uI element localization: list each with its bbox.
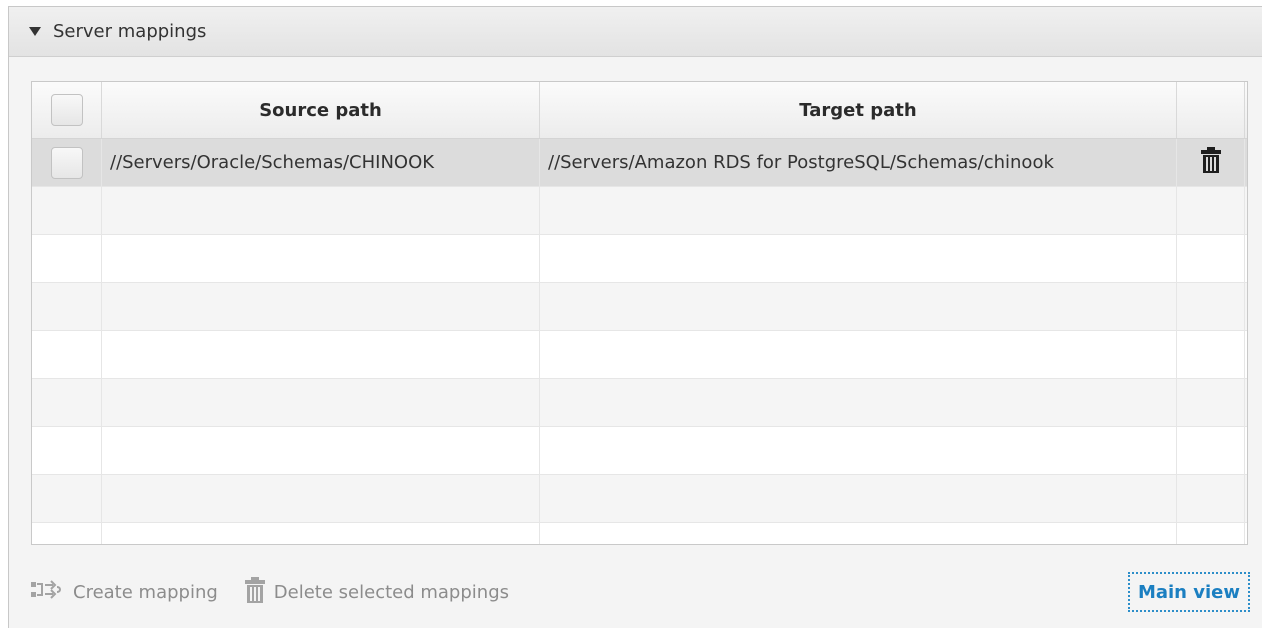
table-row [32,427,1247,475]
row-target-path [540,283,1177,330]
row-action-cell [1177,475,1245,522]
select-all-checkbox[interactable] [50,94,83,126]
panel-header[interactable]: Server mappings [9,7,1262,57]
row-select-cell [32,187,102,234]
row-target-path [540,379,1177,426]
row-checkbox[interactable] [50,146,83,179]
row-action-cell [1177,427,1245,474]
header-select-cell [32,82,102,138]
column-header-actions [1177,82,1245,138]
row-select-cell [32,235,102,282]
row-source-path: //Servers/Oracle/Schemas/CHINOOK [102,139,540,186]
row-action-cell [1177,187,1245,234]
row-action-cell [1177,139,1245,186]
trash-icon[interactable] [1200,147,1222,178]
main-view-link[interactable]: Main view [1127,572,1250,612]
row-target-path [540,523,1177,544]
trash-icon [244,576,274,608]
table-header: Source path Target path [32,82,1247,139]
row-action-cell [1177,235,1245,282]
row-source-path [102,235,540,282]
row-action-cell [1177,379,1245,426]
panel-footer: Create mapping Delete selected mappings … [31,569,1250,615]
row-action-cell [1177,331,1245,378]
panel-title: Server mappings [53,21,207,42]
table-row [32,475,1247,523]
table-row [32,379,1247,427]
row-source-path [102,379,540,426]
row-select-cell [32,283,102,330]
row-select-cell [32,379,102,426]
table-row [32,523,1247,544]
row-source-path [102,283,540,330]
table-row [32,283,1247,331]
row-source-path [102,331,540,378]
delete-selected-mappings-label: Delete selected mappings [273,581,509,603]
row-target-path [540,187,1177,234]
row-action-cell [1177,283,1245,330]
row-source-path [102,523,540,544]
row-target-path: //Servers/Amazon RDS for PostgreSQL/Sche… [540,139,1177,186]
column-header-source[interactable]: Source path [102,82,540,138]
row-source-path [102,475,540,522]
server-mappings-panel: Server mappings Source path Target path … [8,6,1262,628]
delete-selected-mappings-button[interactable]: Delete selected mappings [244,576,509,608]
mappings-table: Source path Target path //Servers/Oracle… [31,81,1248,545]
row-select-cell [32,523,102,544]
table-row[interactable]: //Servers/Oracle/Schemas/CHINOOK //Serve… [32,139,1247,187]
row-select-cell [32,139,102,186]
table-row [32,235,1247,283]
row-select-cell [32,331,102,378]
row-select-cell [32,427,102,474]
create-mapping-label: Create mapping [73,581,218,603]
table-row [32,331,1247,379]
column-header-target[interactable]: Target path [540,82,1177,138]
create-mapping-icon [31,579,73,606]
row-source-path [102,187,540,234]
triangle-down-icon[interactable] [29,27,41,36]
row-source-path [102,427,540,474]
row-target-path [540,427,1177,474]
row-target-path [540,235,1177,282]
row-select-cell [32,475,102,522]
row-target-path [540,475,1177,522]
create-mapping-button[interactable]: Create mapping [31,579,218,606]
table-row [32,187,1247,235]
row-action-cell [1177,523,1245,544]
row-target-path [540,331,1177,378]
